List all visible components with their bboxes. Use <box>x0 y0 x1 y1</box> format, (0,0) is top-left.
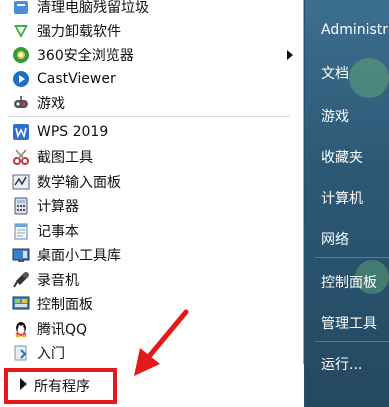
math-input-icon <box>11 172 31 192</box>
divider <box>315 257 389 258</box>
program-label: 游戏 <box>37 96 65 112</box>
divider <box>8 116 290 117</box>
program-item-sound-recorder[interactable]: 录音机 <box>0 268 300 292</box>
gadgets-icon <box>11 245 31 265</box>
program-label: 计算器 <box>37 199 79 215</box>
program-item-gadgets[interactable]: 桌面小工具库 <box>0 243 300 267</box>
right-item-favorites[interactable]: 收藏夹 <box>321 147 363 167</box>
control-panel-icon <box>11 294 31 314</box>
notepad-icon <box>11 221 31 241</box>
program-item-math-input[interactable]: 数学输入面板 <box>0 170 300 194</box>
program-label: 桌面小工具库 <box>37 248 121 264</box>
games-icon <box>11 93 31 113</box>
castviewer-icon <box>11 69 31 89</box>
program-item-uninstall[interactable]: 强力卸载软件 <box>0 19 300 43</box>
right-item-games[interactable]: 游戏 <box>321 106 349 126</box>
program-label: 控制面板 <box>37 297 93 313</box>
right-item-control-panel[interactable]: 控制面板 <box>321 272 377 292</box>
right-item-computer[interactable]: 计算机 <box>321 188 363 208</box>
program-item-games[interactable]: 游戏 <box>0 91 300 115</box>
divider <box>315 341 389 342</box>
program-item-snipping-tool[interactable]: 截图工具 <box>0 145 300 169</box>
submenu-arrow-icon <box>287 50 293 60</box>
getting-started-icon <box>11 343 31 363</box>
program-label: 记事本 <box>37 224 79 240</box>
right-item-user[interactable]: Administr <box>321 22 388 38</box>
cleanup-icon <box>11 0 31 17</box>
snipping-tool-icon <box>11 147 31 167</box>
calculator-icon <box>11 196 31 216</box>
program-label: 截图工具 <box>37 150 93 166</box>
program-item-notepad[interactable]: 记事本 <box>0 219 300 243</box>
glow-decor <box>349 58 389 98</box>
program-label: 清理电脑残留垃圾 <box>37 0 149 16</box>
program-label: 强力卸载软件 <box>37 24 121 40</box>
highlight-box <box>4 368 117 404</box>
program-item-360-browser[interactable]: 360安全浏览器 <box>0 43 300 67</box>
program-label: WPS 2019 <box>37 124 109 140</box>
qq-icon <box>11 319 31 339</box>
uninstall-icon <box>11 21 31 41</box>
wps-icon <box>11 122 31 142</box>
program-label: CastViewer <box>37 71 116 87</box>
program-item-castviewer[interactable]: CastViewer <box>0 67 300 91</box>
program-label: 腾讯QQ <box>37 322 88 338</box>
right-item-documents[interactable]: 文档 <box>321 63 349 83</box>
program-label: 360安全浏览器 <box>37 48 134 64</box>
program-item-wps[interactable]: WPS 2019 <box>0 120 300 144</box>
program-label: 入门 <box>37 346 65 362</box>
browser-360-icon <box>11 45 31 65</box>
program-item-cleanup[interactable]: 清理电脑残留垃圾 <box>0 0 300 19</box>
program-item-calculator[interactable]: 计算器 <box>0 194 300 218</box>
red-pointer-arrow <box>134 309 189 376</box>
sound-recorder-icon <box>11 270 31 290</box>
right-item-network[interactable]: 网络 <box>321 229 349 249</box>
program-label: 录音机 <box>37 273 79 289</box>
right-item-run[interactable]: 运行... <box>321 354 362 374</box>
right-pane: Administr 文档 游戏 收藏夹 计算机 网络 控制面板 管理工具 运行.… <box>305 0 389 407</box>
right-item-admin-tools[interactable]: 管理工具 <box>321 313 377 333</box>
program-label: 数学输入面板 <box>37 175 121 191</box>
